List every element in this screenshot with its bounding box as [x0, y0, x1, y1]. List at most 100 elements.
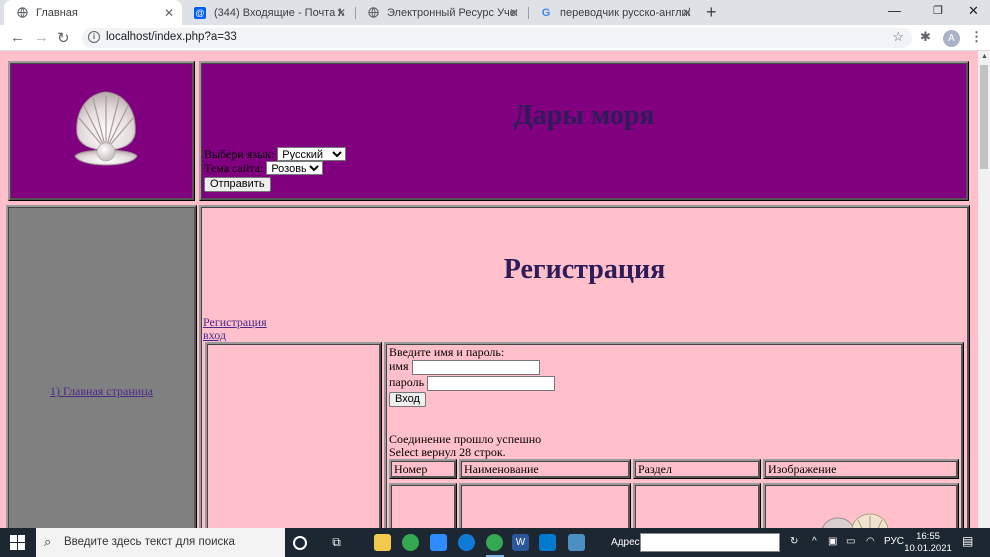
close-icon[interactable]: ✕ — [509, 6, 519, 20]
page-scrollbar[interactable]: ▲ — [978, 51, 990, 528]
site-title: Дары моря — [513, 100, 655, 131]
table-cell — [389, 483, 457, 528]
tray-app-icon[interactable]: ▭ — [846, 536, 855, 547]
password-row: пароль — [389, 375, 556, 391]
clock-time: 16:55 — [916, 531, 940, 542]
table-header-image: Изображение — [763, 459, 959, 479]
taskbar-search[interactable]: ⌕ Введите здесь текст для поиска — [36, 528, 285, 557]
table-cell — [459, 483, 631, 528]
tab-title: Главная — [36, 6, 78, 19]
tab-translator[interactable]: G переводчик русско-английский ✕ — [528, 0, 700, 25]
status-rows: Select вернул 28 строк. — [389, 445, 506, 459]
left-panel — [205, 342, 382, 528]
app-icon[interactable] — [568, 534, 585, 551]
globe-icon — [367, 7, 379, 19]
header-logo-cell — [8, 61, 195, 201]
tab-home[interactable]: Главная ✕ — [4, 0, 182, 25]
cortana-icon[interactable] — [293, 536, 307, 550]
back-icon[interactable]: ← — [10, 29, 25, 46]
extensions-icon[interactable]: ✱ — [920, 29, 931, 45]
page-viewport: Дары моря Выбери язык: Русский Тема сайт… — [0, 51, 978, 528]
taskbar: ⌕ Введите здесь текст для поиска ⧉ W Адр… — [0, 528, 990, 557]
clock-date: 10.01.2021 — [904, 543, 952, 554]
word-icon[interactable]: W — [512, 534, 529, 551]
tab-title: Электронный Ресурс Учебных ... — [387, 6, 517, 19]
theme-label: Тема сайта: — [204, 161, 264, 175]
language-row: Выбери язык: Русский — [204, 147, 347, 162]
tab-bar: Главная ✕ @ (344) Входящие - Почта Mail.… — [0, 0, 990, 25]
login-button-row: Вход — [389, 391, 426, 407]
reload-icon[interactable]: ↻ — [57, 29, 70, 47]
restore-icon[interactable]: ❐ — [933, 4, 943, 17]
tab-title: (344) Входящие - Почта Mail.ru — [214, 6, 344, 19]
name-input[interactable] — [411, 359, 540, 375]
tray-app-icon[interactable]: ▣ — [828, 536, 837, 547]
table-cell-image — [763, 483, 959, 528]
tab-title: переводчик русско-английский — [560, 6, 690, 19]
star-icon[interactable]: ☆ — [892, 29, 904, 45]
minimize-icon[interactable]: — — [888, 3, 901, 18]
submit-button[interactable]: Отправить — [204, 177, 271, 192]
table-header-name: Наименование — [459, 459, 631, 479]
avatar[interactable]: A — [943, 30, 960, 47]
login-prompt: Введите имя и пароль: — [389, 345, 505, 359]
language-select[interactable]: Русский — [277, 147, 347, 161]
table-header-number: Номер — [389, 459, 457, 479]
content-area: Регистрация Регистрация вход Введите имя… — [199, 205, 970, 528]
address-toolbar-label: Адрес — [611, 537, 640, 548]
theme-row: Тема сайта: Розовый — [204, 161, 324, 176]
language-indicator[interactable]: РУС — [884, 536, 904, 547]
login-link[interactable]: вход — [203, 328, 226, 343]
close-window-icon[interactable]: ✕ — [968, 3, 979, 19]
windows-start-icon[interactable] — [10, 535, 25, 550]
search-icon: ⌕ — [44, 534, 52, 549]
edge-icon[interactable] — [458, 534, 475, 551]
address-toolbar-input[interactable] — [640, 533, 780, 552]
name-label: имя — [389, 359, 409, 373]
search-placeholder[interactable]: Введите здесь текст для поиска — [64, 536, 235, 548]
menu-icon[interactable]: ⋮ — [970, 29, 983, 45]
password-input[interactable] — [427, 375, 556, 391]
table-header-section: Раздел — [633, 459, 761, 479]
login-button[interactable]: Вход — [389, 392, 426, 407]
close-icon[interactable]: ✕ — [336, 6, 346, 20]
name-row: имя — [389, 359, 540, 375]
close-icon[interactable]: ✕ — [682, 6, 692, 20]
url-text[interactable]: localhost/index.php?a=33 — [106, 31, 237, 43]
info-icon[interactable]: i — [88, 31, 100, 43]
shell-thumbnail-image — [822, 513, 889, 528]
go-icon[interactable]: ↻ — [790, 536, 798, 547]
tab-mail[interactable]: @ (344) Входящие - Почта Mail.ru ✕ — [182, 0, 354, 25]
globe-icon — [16, 7, 28, 19]
vscode-icon[interactable] — [539, 534, 556, 551]
notification-icon[interactable]: ▤ — [962, 534, 973, 548]
sidebar-item-home[interactable]: 1) Главная страница — [9, 384, 194, 399]
forward-icon[interactable]: → — [34, 29, 49, 46]
tray-chevron-icon[interactable]: ^ — [812, 536, 817, 547]
clock[interactable]: 16:55 10.01.2021 — [904, 531, 952, 555]
mail-icon: @ — [194, 6, 206, 19]
table-cell — [633, 483, 761, 528]
page-title: Регистрация — [503, 254, 666, 285]
login-panel: Введите имя и пароль: имя пароль Вход Со… — [384, 342, 964, 528]
chrome-active-icon[interactable] — [486, 534, 503, 551]
address-bar[interactable]: i localhost/index.php?a=33 ☆ — [82, 28, 912, 48]
header-main-cell: Дары моря Выбери язык: Русский Тема сайт… — [199, 61, 969, 201]
new-tab-icon[interactable]: + — [706, 2, 717, 23]
zoom-icon[interactable] — [430, 534, 447, 551]
scrollbar-thumb[interactable] — [980, 65, 988, 169]
task-view-icon[interactable]: ⧉ — [328, 534, 345, 551]
scroll-up-icon[interactable]: ▲ — [981, 53, 988, 60]
browser-toolbar: ← → ↻ i localhost/index.php?a=33 ☆ ✱ ⋮ — [0, 25, 990, 51]
google-icon: G — [541, 6, 551, 19]
language-label: Выбери язык: — [204, 147, 275, 161]
wifi-icon[interactable]: ◠ — [866, 536, 875, 547]
submit-row: Отправить — [204, 176, 271, 192]
password-label: пароль — [389, 375, 425, 389]
theme-select[interactable]: Розовый — [266, 161, 324, 175]
chrome-icon[interactable] — [402, 534, 419, 551]
close-icon[interactable]: ✕ — [164, 6, 174, 20]
shell-logo-image — [74, 91, 138, 166]
tab-resource[interactable]: Электронный Ресурс Учебных ... ✕ — [355, 0, 527, 25]
file-explorer-icon[interactable] — [374, 534, 391, 551]
